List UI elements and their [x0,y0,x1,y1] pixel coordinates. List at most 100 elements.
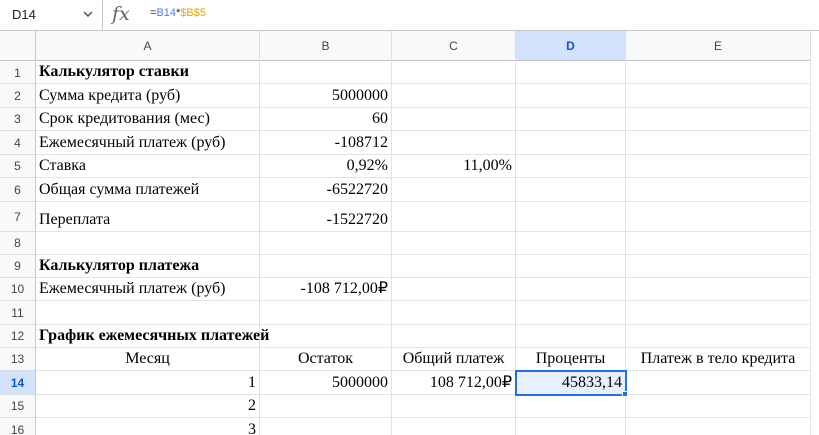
cell-b11[interactable] [260,301,392,325]
cell-e7[interactable] [626,202,811,232]
cell-c3[interactable] [392,108,516,131]
cell-d14[interactable]: 45833,14 [515,370,627,396]
cell-e15[interactable] [626,395,811,418]
cell-b6[interactable]: -6522720 [260,178,392,202]
cell-a9[interactable]: Калькулятор платежа [36,255,260,278]
cell-c4[interactable] [392,131,516,155]
cell-e2[interactable] [626,84,811,108]
row-header-7[interactable]: 7 [0,202,36,232]
column-header-e[interactable]: E [626,31,811,61]
cell-d3[interactable] [516,108,626,131]
row-header-5[interactable]: 5 [0,155,36,178]
cell-d8[interactable] [516,232,626,255]
cell-a2[interactable]: Сумма кредита (руб) [36,84,260,108]
cell-d16[interactable] [516,418,626,435]
cell-c11[interactable] [392,301,516,325]
cell-b16[interactable] [260,418,392,435]
cell-d4[interactable] [516,131,626,155]
cell-c7[interactable] [392,202,516,232]
row-header-6[interactable]: 6 [0,178,36,202]
cell-a16[interactable]: 3 [36,418,260,435]
cell-b7[interactable]: -1522720 [260,202,392,232]
cell-e8[interactable] [626,232,811,255]
row-header-12[interactable]: 12 [0,325,36,348]
row-header-8[interactable]: 8 [0,232,36,255]
cell-e4[interactable] [626,131,811,155]
cell-b14[interactable]: 5000000 [260,371,392,395]
column-header-b[interactable]: B [260,31,392,61]
cell-b4[interactable]: -108712 [260,131,392,155]
formula-input[interactable]: =B14*$B$5 [150,7,206,19]
cell-e12[interactable] [626,325,811,348]
cell-e3[interactable] [626,108,811,131]
cell-d11[interactable] [516,301,626,325]
cell-e10[interactable] [626,278,811,301]
cell-d6[interactable] [516,178,626,202]
spreadsheet-grid[interactable]: A B C D E 1 Калькулятор ставки 2 Сумма кредита (… [0,31,819,435]
cell-e11[interactable] [626,301,811,325]
row-header-14[interactable]: 14 [0,371,36,395]
cell-d15[interactable] [516,395,626,418]
name-box[interactable]: D14 [0,0,103,30]
cell-d1[interactable] [516,62,626,84]
cell-c16[interactable] [392,418,516,435]
cell-a13[interactable]: Месяц [36,348,260,371]
cell-e6[interactable] [626,178,811,202]
row-header-3[interactable]: 3 [0,108,36,131]
cell-e1[interactable] [626,62,811,84]
row-header-11[interactable]: 11 [0,301,36,325]
chevron-down-icon[interactable] [83,9,93,19]
cell-c6[interactable] [392,178,516,202]
row-header-4[interactable]: 4 [0,131,36,155]
cell-c9[interactable] [392,255,516,278]
column-header-d[interactable]: D [516,31,626,61]
cell-c10[interactable] [392,278,516,301]
row-header-9[interactable]: 9 [0,255,36,278]
cell-d13[interactable]: Проценты [516,348,626,371]
cell-c8[interactable] [392,232,516,255]
cell-b13[interactable]: Остаток [260,348,392,371]
column-header-a[interactable]: A [36,31,260,61]
fill-handle[interactable] [622,391,628,397]
select-all-corner[interactable] [0,31,36,61]
row-header-15[interactable]: 15 [0,395,36,418]
row-header-16[interactable]: 16 [0,418,36,435]
cell-b1[interactable] [260,62,392,84]
row-header-13[interactable]: 13 [0,348,36,371]
cell-b12[interactable] [260,325,392,348]
cell-a8[interactable] [36,232,260,255]
cell-a10[interactable]: Ежемесячный платеж (руб) [36,278,260,301]
cell-b3[interactable]: 60 [260,108,392,131]
cell-a14[interactable]: 1 [36,371,260,395]
cell-b8[interactable] [260,232,392,255]
cell-d9[interactable] [516,255,626,278]
cell-c15[interactable] [392,395,516,418]
cell-d7[interactable] [516,202,626,232]
cell-c2[interactable] [392,84,516,108]
cell-d2[interactable] [516,84,626,108]
cell-a15[interactable]: 2 [36,395,260,418]
column-header-c[interactable]: C [392,31,516,61]
cell-d10[interactable] [516,278,626,301]
cell-d5[interactable] [516,155,626,178]
cell-e13[interactable]: Платеж в тело кредита [626,348,811,371]
cell-a1[interactable]: Калькулятор ставки [36,62,260,84]
cell-c1[interactable] [392,62,516,84]
cell-c12[interactable] [392,325,516,348]
cell-b5[interactable]: 0,92% [260,155,392,178]
cell-a3[interactable]: Срок кредитования (мес) [36,108,260,131]
cell-c14[interactable]: 108 712,00₽ [392,371,516,395]
cell-b10[interactable]: -108 712,00₽ [260,278,392,301]
cell-a5[interactable]: Ставка [36,155,260,178]
cell-e16[interactable] [626,418,811,435]
cell-a6[interactable]: Общая сумма платежей [36,178,260,202]
cell-c13[interactable]: Общий платеж [392,348,516,371]
row-header-2[interactable]: 2 [0,84,36,108]
row-header-1[interactable]: 1 [0,62,36,84]
cell-b2[interactable]: 5000000 [260,84,392,108]
cell-d12[interactable] [516,325,626,348]
cell-e9[interactable] [626,255,811,278]
cell-e14[interactable] [626,371,811,395]
cell-c5[interactable]: 11,00% [392,155,516,178]
row-header-10[interactable]: 10 [0,278,36,301]
